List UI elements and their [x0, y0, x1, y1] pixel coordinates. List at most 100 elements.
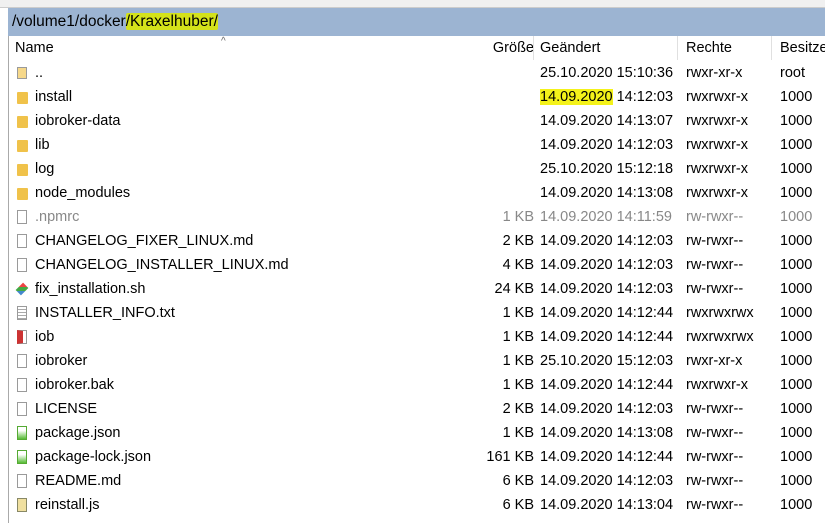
file-name: package.json — [35, 425, 121, 441]
link-file-icon — [17, 330, 27, 344]
file-name: node_modules — [35, 185, 131, 201]
file-row[interactable]: fix_installation.sh 24 KB 14.09.2020 14:… — [9, 277, 825, 301]
file-row[interactable]: iob 1 KB 14.09.2020 14:12:44 rwxrwxrwx 1… — [9, 325, 825, 349]
file-row[interactable]: package-lock.json 161 KB 14.09.2020 14:1… — [9, 445, 825, 469]
file-row[interactable]: CHANGELOG_INSTALLER_LINUX.md 4 KB 14.09.… — [9, 253, 825, 277]
file-row[interactable]: log 25.10.2020 15:12:18 rwxrwxr-x 1000 — [9, 157, 825, 181]
file-owner: 1000 — [780, 329, 813, 345]
file-row[interactable]: .npmrc 1 KB 14.09.2020 14:11:59 rw-rwxr-… — [9, 205, 825, 229]
file-modified: 14.09.2020 14:12:03 — [540, 281, 674, 297]
file-permissions: rwxrwxr-x — [686, 185, 749, 201]
file-modified: 14.09.2020 14:12:03 — [540, 137, 674, 153]
folder-icon — [17, 188, 28, 200]
file-name: iobroker-data — [35, 113, 121, 129]
file-icon — [17, 234, 27, 248]
file-size: 1 KB — [502, 353, 534, 369]
file-size: 161 KB — [486, 449, 534, 465]
file-modified: 14.09.2020 14:12:44 — [540, 377, 674, 393]
file-name: lib — [35, 137, 50, 153]
file-modified: 14.09.2020 14:12:44 — [540, 305, 674, 321]
file-owner: 1000 — [780, 209, 813, 225]
file-permissions: rwxrwxr-x — [686, 137, 749, 153]
file-row[interactable]: reinstall.js 6 KB 14.09.2020 14:13:04 rw… — [9, 493, 825, 517]
column-permissions[interactable]: Rechte — [686, 36, 732, 60]
file-list[interactable]: Name ^ Größe Geändert Rechte Besitze .. … — [8, 36, 825, 523]
path-prefix: /volume1/docker — [12, 13, 126, 30]
file-size: 2 KB — [502, 233, 534, 249]
file-row[interactable]: .. 25.10.2020 15:10:36 rwxr-xr-x root — [9, 61, 825, 85]
file-row[interactable]: LICENSE 2 KB 14.09.2020 14:12:03 rw-rwxr… — [9, 397, 825, 421]
file-permissions: rw-rwxr-- — [686, 281, 744, 297]
text-file-icon — [17, 306, 27, 320]
file-row[interactable]: INSTALLER_INFO.txt 1 KB 14.09.2020 14:12… — [9, 301, 825, 325]
file-modified: 14.09.2020 14:13:08 — [540, 425, 674, 441]
file-icon — [17, 258, 27, 272]
folder-icon — [17, 140, 28, 152]
column-owner[interactable]: Besitze — [780, 36, 825, 60]
file-name: install — [35, 89, 73, 105]
file-owner: 1000 — [780, 281, 813, 297]
file-owner: 1000 — [780, 401, 813, 417]
file-size: 1 KB — [502, 305, 534, 321]
folder-icon — [17, 92, 28, 104]
file-name: log — [35, 161, 55, 177]
js-file-icon — [17, 498, 27, 512]
file-row[interactable]: lib 14.09.2020 14:12:03 rwxrwxr-x 1000 — [9, 133, 825, 157]
file-owner: 1000 — [780, 449, 813, 465]
file-row[interactable]: iobroker.bak 1 KB 14.09.2020 14:12:44 rw… — [9, 373, 825, 397]
file-name: .npmrc — [35, 209, 80, 225]
file-icon — [17, 354, 27, 368]
file-owner: 1000 — [780, 425, 813, 441]
file-permissions: rwxr-xr-x — [686, 65, 743, 81]
file-permissions: rw-rwxr-- — [686, 473, 744, 489]
file-row[interactable]: node_modules 14.09.2020 14:13:08 rwxrwxr… — [9, 181, 825, 205]
file-modified: 25.10.2020 15:10:36 — [540, 65, 674, 81]
file-modified: 14.09.2020 14:12:03 — [540, 473, 674, 489]
file-owner: 1000 — [780, 113, 813, 129]
column-name[interactable]: Name — [15, 36, 54, 60]
file-name: README.md — [35, 473, 122, 489]
json-file-icon — [17, 426, 27, 440]
folder-icon — [17, 164, 28, 176]
file-permissions: rw-rwxr-- — [686, 449, 744, 465]
file-icon — [17, 402, 27, 416]
file-modified: 14.09.2020 14:12:03 — [540, 89, 674, 105]
file-permissions: rwxrwxr-x — [686, 113, 749, 129]
column-size[interactable]: Größe — [493, 36, 534, 60]
file-permissions: rwxr-xr-x — [686, 353, 743, 369]
file-row[interactable]: install 14.09.2020 14:12:03 rwxrwxr-x 10… — [9, 85, 825, 109]
file-name: iob — [35, 329, 55, 345]
path-bar[interactable]: /volume1/docker/Kraxelhuber/ — [8, 8, 825, 36]
file-row[interactable]: package.json 1 KB 14.09.2020 14:13:08 rw… — [9, 421, 825, 445]
file-modified: 25.10.2020 15:12:18 — [540, 161, 674, 177]
file-modified: 14.09.2020 14:11:59 — [540, 209, 672, 225]
file-size: 6 KB — [502, 473, 534, 489]
file-permissions: rwxrwxr-x — [686, 377, 749, 393]
file-name: fix_installation.sh — [35, 281, 146, 297]
file-owner: 1000 — [780, 233, 813, 249]
column-date[interactable]: Geändert — [540, 36, 600, 60]
path-current: /Kraxelhuber/ — [125, 13, 218, 30]
file-owner: 1000 — [780, 257, 813, 273]
sort-ascending-icon: ^ — [221, 36, 226, 47]
script-icon — [15, 282, 29, 296]
file-modified: 14.09.2020 14:12:03 — [540, 233, 674, 249]
file-size: 1 KB — [502, 425, 534, 441]
file-name: LICENSE — [35, 401, 98, 417]
file-owner: 1000 — [780, 377, 813, 393]
file-size: 2 KB — [502, 401, 534, 417]
file-owner: 1000 — [780, 473, 813, 489]
file-row[interactable]: iobroker-data 14.09.2020 14:13:07 rwxrwx… — [9, 109, 825, 133]
file-row[interactable]: CHANGELOG_FIXER_LINUX.md 2 KB 14.09.2020… — [9, 229, 825, 253]
file-icon — [17, 378, 27, 392]
file-name: .. — [35, 65, 44, 81]
file-permissions: rw-rwxr-- — [686, 425, 744, 441]
file-size: 1 KB — [502, 377, 534, 393]
file-modified: 14.09.2020 14:13:04 — [540, 497, 674, 513]
file-owner: 1000 — [780, 161, 813, 177]
file-name: CHANGELOG_FIXER_LINUX.md — [35, 233, 254, 249]
column-header-row: Name ^ Größe Geändert Rechte Besitze — [9, 36, 825, 60]
file-row[interactable]: README.md 6 KB 14.09.2020 14:12:03 rw-rw… — [9, 469, 825, 493]
file-permissions: rwxrwxr-x — [686, 89, 749, 105]
file-row[interactable]: iobroker 1 KB 25.10.2020 15:12:03 rwxr-x… — [9, 349, 825, 373]
